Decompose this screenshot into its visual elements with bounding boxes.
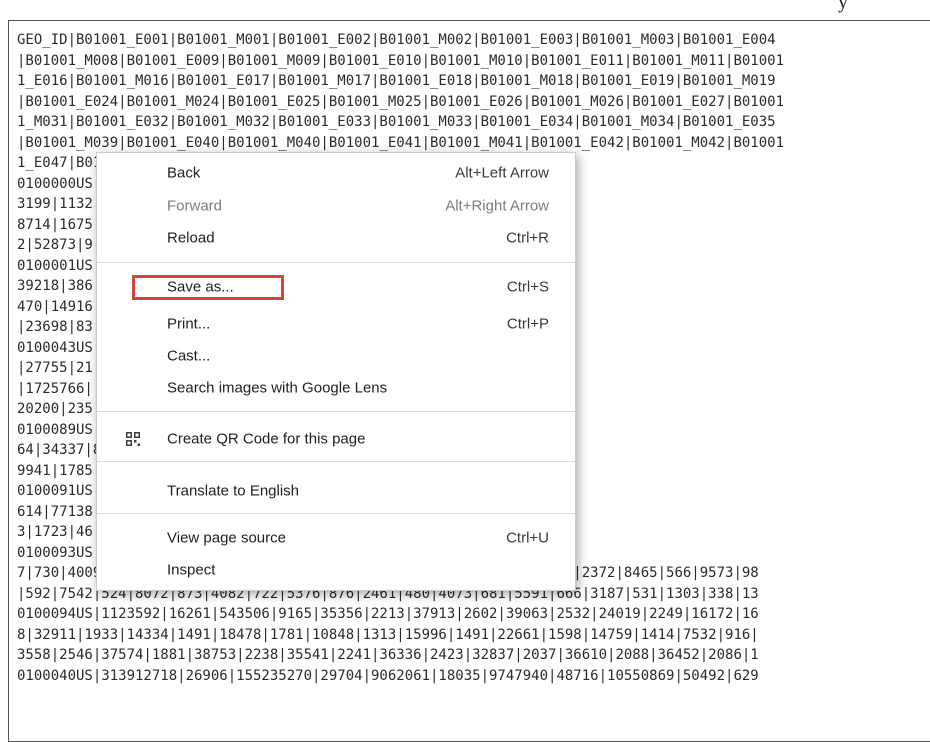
menu-item-reload[interactable]: Reload Ctrl+R bbox=[97, 222, 575, 254]
data-line: |B01001_M008|B01001_E009|B01001_M009|B01… bbox=[17, 52, 785, 69]
menu-separator bbox=[97, 513, 575, 514]
menu-item-print[interactable]: Print... Ctrl+P bbox=[97, 308, 575, 340]
menu-item-label: Inspect bbox=[167, 561, 216, 579]
context-menu: Back Alt+Left Arrow Forward Alt+Right Ar… bbox=[96, 152, 576, 591]
menu-item-back[interactable]: Back Alt+Left Arrow bbox=[97, 157, 575, 189]
menu-separator bbox=[97, 411, 575, 412]
data-line: 1_E016|B01001_M016|B01001_E017|B01001_M0… bbox=[17, 73, 776, 89]
menu-item-label: Back bbox=[167, 164, 201, 182]
menu-item-shortcut: Ctrl+U bbox=[506, 529, 549, 547]
menu-item-cast[interactable]: Cast... bbox=[97, 340, 575, 372]
menu-item-label: Forward bbox=[167, 197, 223, 215]
data-line: 0100094US|1123592|16261|543506|9165|3535… bbox=[17, 606, 759, 622]
menu-item-google-lens[interactable]: Search images with Google Lens bbox=[97, 372, 575, 404]
menu-separator bbox=[97, 461, 575, 462]
save-as-highlight-box bbox=[132, 275, 284, 300]
menu-item-label: Search images with Google Lens bbox=[167, 379, 388, 397]
qr-code-icon bbox=[126, 432, 140, 446]
menu-item-label: Print... bbox=[167, 315, 211, 333]
data-line: |B01001_M039|B01001_E040|B01001_M040|B01… bbox=[17, 134, 785, 151]
menu-item-shortcut: Alt+Right Arrow bbox=[445, 197, 549, 215]
menu-item-forward[interactable]: Forward Alt+Right Arrow bbox=[97, 190, 575, 222]
top-text-fragment: y bbox=[838, 0, 848, 13]
menu-item-inspect[interactable]: Inspect bbox=[97, 554, 575, 586]
menu-item-label: Reload bbox=[167, 229, 215, 247]
menu-item-shortcut: Ctrl+R bbox=[506, 229, 549, 247]
menu-item-label: Cast... bbox=[167, 347, 211, 365]
menu-separator bbox=[97, 262, 575, 263]
menu-item-shortcut: Ctrl+S bbox=[506, 278, 549, 296]
menu-item-label: Create QR Code for this page bbox=[167, 430, 366, 448]
menu-item-translate[interactable]: Translate to English bbox=[97, 475, 575, 507]
data-line: 3558|2546|37574|1881|38753|2238|35541|22… bbox=[17, 647, 759, 663]
menu-item-label: View page source bbox=[167, 529, 286, 547]
menu-item-view-source[interactable]: View page source Ctrl+U bbox=[97, 522, 575, 554]
data-line: GEO_ID|B01001_E001|B01001_M001|B01001_E0… bbox=[17, 32, 776, 48]
data-line: |B01001_E024|B01001_M024|B01001_E025|B01… bbox=[17, 93, 785, 110]
menu-item-create-qr[interactable]: Create QR Code for this page bbox=[97, 423, 575, 455]
menu-item-label: Translate to English bbox=[167, 482, 300, 500]
data-line: 1_M031|B01001_E032|B01001_M032|B01001_E0… bbox=[17, 114, 776, 130]
data-line: 0100040US|313912718|26906|155235270|2970… bbox=[17, 667, 759, 684]
menu-item-shortcut: Alt+Left Arrow bbox=[455, 164, 549, 182]
menu-item-shortcut: Ctrl+P bbox=[506, 315, 549, 333]
data-line: 8|32911|1933|14334|1491|18478|1781|10848… bbox=[17, 626, 759, 643]
